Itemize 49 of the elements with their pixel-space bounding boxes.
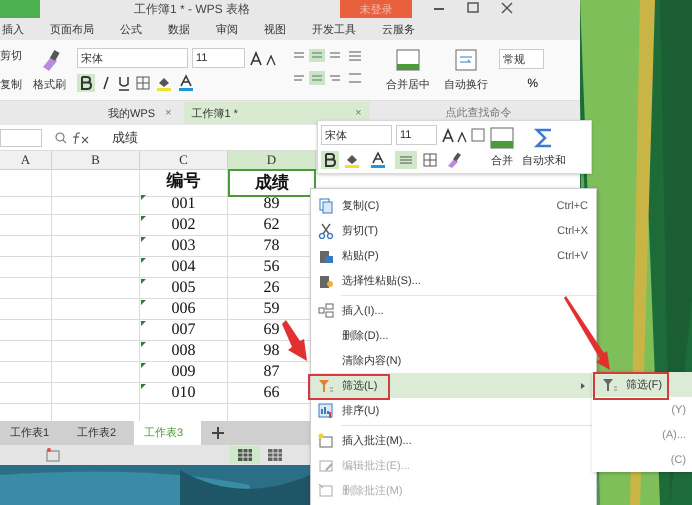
- font-field[interactable]: 宋体: [77, 48, 188, 68]
- search-field[interactable]: 点此查找命令: [444, 104, 558, 122]
- table-cell: 成绩: [228, 169, 316, 197]
- table-cell: 编号: [140, 169, 228, 197]
- column-header[interactable]: D: [228, 151, 316, 170]
- merge-center-button[interactable]: 合并居中: [383, 48, 433, 92]
- menu-tab[interactable]: 云服务: [369, 22, 428, 36]
- table-cell: 007: [140, 320, 228, 341]
- table-cell: 004: [140, 257, 228, 278]
- formula-field[interactable]: 成绩: [106, 128, 262, 146]
- tab-label: 工作簿1 *: [192, 106, 238, 120]
- percent-button[interactable]: %: [521, 75, 544, 91]
- wrap-text-button[interactable]: 自动换行: [441, 48, 491, 92]
- font-size-field[interactable]: 11: [192, 48, 245, 68]
- column-header[interactable]: A: [0, 151, 52, 170]
- table-cell: 002: [140, 215, 228, 236]
- table-cell: 003: [140, 236, 228, 257]
- sheet-tab[interactable]: 工作表3: [134, 421, 201, 445]
- menu-tab[interactable]: 页面布局: [37, 22, 107, 36]
- merge-button[interactable]: 合并: [487, 126, 517, 168]
- menu-tab[interactable]: 审阅: [203, 22, 251, 36]
- ribbon-button[interactable]: 复制: [0, 77, 22, 92]
- font-size-field[interactable]: 11: [396, 125, 437, 145]
- table-cell: 006: [140, 299, 228, 320]
- tab-label: 我的WPS: [108, 106, 156, 120]
- sheet-tab[interactable]: 工作表1: [0, 421, 67, 445]
- menu-item[interactable]: 筛选(F): [592, 372, 692, 397]
- number-format-field[interactable]: 常规: [499, 49, 544, 69]
- font-field[interactable]: 宋体: [321, 125, 392, 145]
- column-header[interactable]: B: [52, 151, 140, 170]
- ribbon-button[interactable]: 剪切: [0, 48, 22, 63]
- close-icon[interactable]: ×: [165, 107, 172, 119]
- document-tab[interactable]: 工作簿1 * ×: [184, 102, 370, 124]
- table-cell: 005: [140, 278, 228, 299]
- menu-tab[interactable]: 插入: [0, 22, 37, 36]
- close-icon[interactable]: ×: [355, 107, 362, 119]
- table-cell: 009: [140, 362, 228, 383]
- menu-tab[interactable]: 公式: [107, 22, 155, 36]
- table-cell: 008: [140, 341, 228, 362]
- window-title: 工作簿1 * - WPS 表格: [134, 0, 252, 18]
- menu-tab[interactable]: 视图: [251, 22, 299, 36]
- menu-tab[interactable]: 数据: [155, 22, 203, 36]
- table-cell: 010: [140, 383, 228, 404]
- autosum-button[interactable]: 自动求和: [519, 126, 569, 168]
- menu-tab[interactable]: 开发工具: [299, 22, 369, 36]
- format-painter-button[interactable]: 格式刷: [30, 48, 69, 92]
- table-cell: 001: [140, 194, 228, 215]
- document-tab[interactable]: 我的WPS ×: [100, 102, 180, 124]
- sheet-tab[interactable]: 工作表2: [67, 421, 134, 445]
